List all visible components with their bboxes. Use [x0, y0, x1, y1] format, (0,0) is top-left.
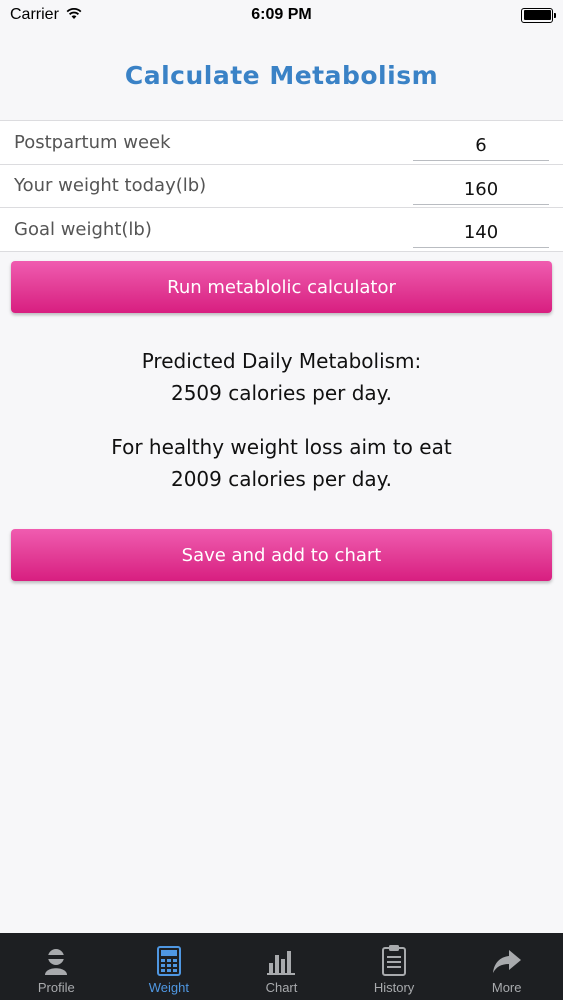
postpartum-week-input[interactable]: 6 [413, 129, 549, 162]
share-arrow-icon [492, 950, 521, 973]
weight-today-input[interactable]: 160 [413, 173, 549, 205]
form-row-postpartum-week: Postpartum week 6 [0, 121, 563, 165]
battery-icon [521, 7, 556, 23]
status-bar: Carrier 6:09 PM [0, 0, 563, 30]
goal-weight-label: Goal weight(lb) [14, 218, 152, 240]
goal-weight-value: 140 [463, 222, 499, 244]
wifi-icon [65, 6, 83, 25]
tab-profile[interactable]: Profile [0, 933, 113, 1000]
goal-weight-input[interactable]: 140 [413, 216, 549, 249]
tab-history[interactable]: History [338, 933, 451, 1000]
tab-more-label: More [491, 980, 522, 995]
weight-loss-result: For healthy weight loss aim to eat 2009 … [0, 431, 563, 495]
nav-header: Calculate Metabolism [0, 30, 563, 120]
save-to-chart-label: Save and add to chart [181, 544, 382, 566]
calculator-icon [156, 946, 181, 976]
metabolism-form: Postpartum week 6 Your weight today(lb) … [0, 120, 563, 252]
form-row-goal-weight: Goal weight(lb) 140 [0, 208, 563, 252]
metabolism-result: Predicted Daily Metabolism: 2509 calorie… [0, 345, 563, 409]
save-to-chart-button[interactable]: Save and add to chart [11, 529, 552, 581]
clipboard-icon [382, 945, 407, 976]
metabolism-heading: Predicted Daily Metabolism: [141, 349, 422, 373]
page-title: Calculate Metabolism [124, 60, 439, 90]
weight-today-label: Your weight today(lb) [14, 175, 207, 197]
tab-chart-label: Chart [265, 980, 298, 995]
weight-loss-value: 2009 calories per day. [170, 467, 393, 491]
postpartum-week-value: 6 [475, 135, 487, 157]
form-row-weight-today: Your weight today(lb) 160 [0, 165, 563, 208]
weight-loss-heading: For healthy weight loss aim to eat [111, 435, 452, 459]
tab-more[interactable]: More [450, 933, 563, 1000]
postpartum-week-label: Postpartum week [14, 131, 171, 153]
carrier-label: Carrier [10, 6, 59, 23]
tab-history-label: History [373, 980, 415, 995]
tab-weight[interactable]: Weight [113, 933, 226, 1000]
tab-profile-label: Profile [37, 980, 75, 995]
weight-today-value: 160 [463, 178, 499, 200]
run-calculator-label: Run metablolic calculator [167, 276, 396, 298]
run-calculator-button[interactable]: Run metablolic calculator [11, 261, 552, 313]
bar-chart-icon [267, 951, 296, 975]
tab-bar: Profile Weight Chart History More [0, 933, 563, 1000]
results: Predicted Daily Metabolism: 2509 calorie… [0, 345, 563, 495]
profile-icon [45, 949, 68, 975]
status-time: 6:09 PM [251, 6, 312, 23]
metabolism-value: 2509 calories per day. [170, 381, 393, 405]
status-left: Carrier [10, 6, 83, 25]
tab-chart[interactable]: Chart [225, 933, 338, 1000]
tab-weight-label: Weight [148, 980, 189, 995]
